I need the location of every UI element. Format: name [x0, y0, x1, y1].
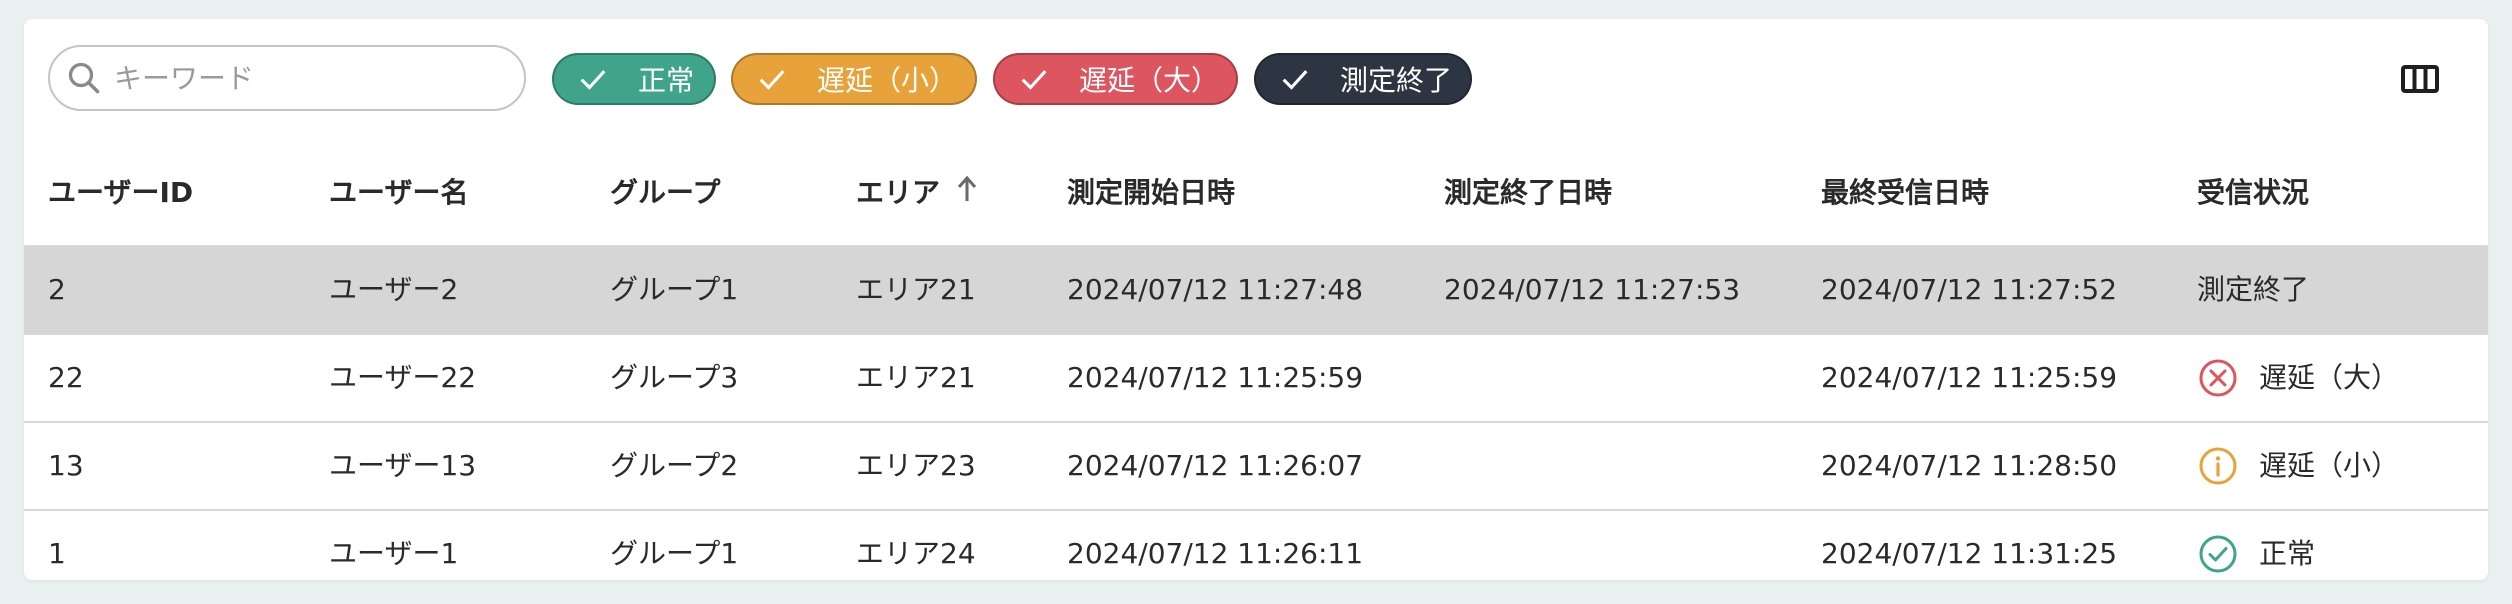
filter-chip-delay-large[interactable]: 遅延（大）	[993, 53, 1238, 105]
table-row[interactable]: 22 ユーザー22 グループ3 エリア21 2024/07/12 11:25:5…	[24, 333, 2488, 421]
data-table: ユーザーID ユーザー名 グループ エリア 測定開始日時 測定終了日時 最終受信…	[24, 141, 2488, 597]
cell-user-id: 2	[48, 273, 66, 306]
search-icon	[68, 62, 100, 94]
column-header-end-time[interactable]: 測定終了日時	[1444, 141, 1612, 245]
column-header-user-name[interactable]: ユーザー名	[329, 141, 468, 245]
cell-last-received: 2024/07/12 11:25:59	[1821, 361, 2118, 394]
check-icon	[759, 70, 785, 90]
cell-status: 遅延（大）	[2197, 335, 2399, 421]
filter-chip-label: 遅延（小）	[817, 64, 958, 97]
column-header-start-time[interactable]: 測定開始日時	[1067, 141, 1235, 245]
cell-area: エリア24	[856, 537, 976, 570]
table-row[interactable]: 2 ユーザー2 グループ1 エリア21 2024/07/12 11:27:48 …	[24, 245, 2488, 333]
column-header-area[interactable]: エリア	[856, 141, 978, 245]
cell-start-time: 2024/07/12 11:26:11	[1067, 537, 1364, 570]
grid-toolbar: 正常 遅延（小） 遅延（大） 測定終了	[24, 19, 2488, 141]
cell-area: エリア21	[856, 273, 976, 306]
status-label: 遅延（大）	[2259, 361, 2400, 394]
table-row[interactable]: 13 ユーザー13 グループ2 エリア23 2024/07/12 11:26:0…	[24, 421, 2488, 509]
check-icon	[1021, 70, 1047, 90]
cell-start-time: 2024/07/12 11:27:48	[1067, 273, 1364, 306]
cell-start-time: 2024/07/12 11:25:59	[1067, 361, 1364, 394]
status-label: 正常	[2259, 537, 2316, 570]
cell-user-name: ユーザー13	[329, 449, 477, 482]
cell-area: エリア23	[856, 449, 976, 482]
cell-area: エリア21	[856, 361, 976, 394]
cell-user-name: ユーザー22	[329, 361, 477, 394]
cell-user-name: ユーザー1	[329, 537, 459, 570]
filter-chip-label: 測定終了	[1340, 64, 1453, 97]
column-header-last-received[interactable]: 最終受信日時	[1821, 141, 1989, 245]
cell-last-received: 2024/07/12 11:27:52	[1821, 273, 2118, 306]
check-circle-icon	[2199, 535, 2237, 573]
info-circle-icon	[2199, 447, 2237, 485]
table-row[interactable]: 1 ユーザー1 グループ1 エリア24 2024/07/12 11:26:11 …	[24, 509, 2488, 597]
filter-chip-label: 遅延（大）	[1079, 64, 1220, 97]
cell-group: グループ1	[610, 537, 739, 570]
search-input[interactable]	[112, 60, 496, 96]
filter-chip-finished[interactable]: 測定終了	[1254, 53, 1472, 105]
check-icon	[1282, 70, 1308, 90]
cell-last-received: 2024/07/12 11:28:50	[1821, 449, 2118, 482]
cell-group: グループ2	[610, 449, 739, 482]
cell-end-time: 2024/07/12 11:27:53	[1444, 273, 1741, 306]
status-label: 遅延（小）	[2259, 449, 2400, 482]
filter-chip-label: 正常	[638, 64, 695, 97]
data-grid-card: 正常 遅延（小） 遅延（大） 測定終了 ユーザーID ユーザー名 グループ エリ…	[24, 19, 2488, 580]
cell-status: 正常	[2197, 511, 2315, 597]
view-column-icon[interactable]	[2400, 62, 2440, 96]
cell-start-time: 2024/07/12 11:26:07	[1067, 449, 1364, 482]
cell-group: グループ3	[610, 361, 739, 394]
filter-chip-normal[interactable]: 正常	[552, 53, 716, 105]
column-header-reception-status[interactable]: 受信状況	[2197, 141, 2309, 245]
arrow-up-icon[interactable]	[956, 175, 978, 203]
cell-status: 遅延（小）	[2197, 423, 2399, 509]
cell-last-received: 2024/07/12 11:31:25	[1821, 537, 2118, 570]
check-icon	[580, 70, 606, 90]
column-header-label: エリア	[856, 176, 941, 209]
cell-user-id: 1	[48, 537, 66, 570]
search-box[interactable]	[48, 45, 526, 111]
filter-chip-delay-small[interactable]: 遅延（小）	[731, 53, 977, 105]
cell-user-id: 22	[48, 361, 84, 394]
cell-status: 測定終了	[2197, 273, 2310, 306]
column-header-group[interactable]: グループ	[610, 141, 720, 245]
cell-user-id: 13	[48, 449, 84, 482]
table-header-row: ユーザーID ユーザー名 グループ エリア 測定開始日時 測定終了日時 最終受信…	[24, 141, 2488, 245]
error-circle-icon	[2199, 359, 2237, 397]
column-header-user-id[interactable]: ユーザーID	[48, 141, 193, 245]
cell-group: グループ1	[610, 273, 739, 306]
cell-user-name: ユーザー2	[329, 273, 459, 306]
